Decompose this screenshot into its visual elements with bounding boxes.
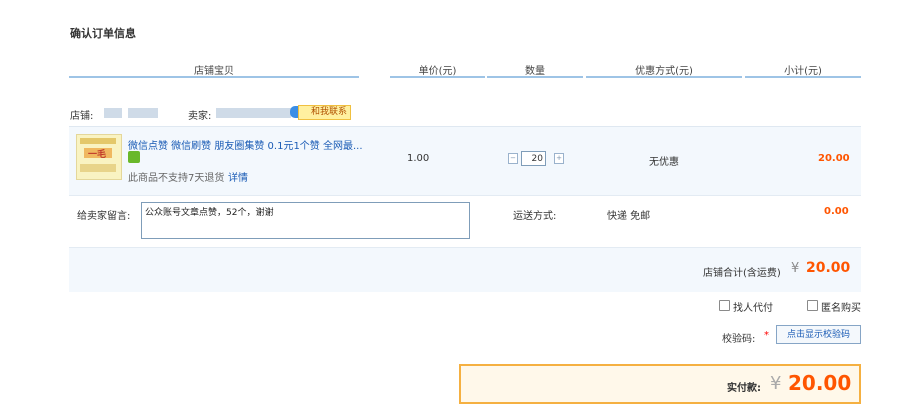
shop-name-redacted — [128, 108, 158, 118]
header-divider — [586, 76, 742, 78]
column-header-item: 店铺宝贝 — [194, 66, 234, 77]
shop-total-label: 店铺合计(含运费) — [703, 268, 781, 279]
message-label: 给卖家留言: — [77, 211, 131, 222]
item-title-link[interactable]: 微信点赞 微信刷赞 朋友圈集赞 0.1元1个赞 全网最... — [128, 137, 363, 152]
shop-total-currency: ¥ — [791, 261, 800, 276]
anonymous-label: 匿名购买 — [821, 303, 861, 314]
proxy-pay-checkbox[interactable] — [719, 300, 730, 311]
header-divider — [745, 76, 861, 78]
unit-price: 1.00 — [407, 153, 430, 164]
seller-name-redacted — [216, 108, 291, 118]
thumbnail-graphic — [80, 164, 116, 172]
column-header-quantity: 数量 — [525, 66, 545, 77]
header-divider — [69, 76, 359, 78]
anonymous-checkbox[interactable] — [807, 300, 818, 311]
thumbnail-graphic — [80, 138, 116, 144]
item-subtotal: 20.00 — [818, 153, 850, 164]
shipping-method: 快递 免邮 — [607, 211, 651, 222]
captcha-label: 校验码: — [722, 334, 756, 345]
quantity-decrease-button[interactable]: − — [508, 153, 518, 164]
proxy-pay-label: 找人代付 — [733, 303, 773, 314]
shipping-label: 运送方式: — [513, 211, 557, 222]
thumbnail-text: 一毛 — [88, 150, 107, 160]
quantity-input[interactable]: 20 — [521, 151, 546, 166]
contact-seller-button[interactable]: 和我联系 — [298, 105, 352, 120]
header-divider — [390, 76, 485, 78]
shop-total-amount: 20.00 — [806, 260, 851, 276]
shop-name-redacted — [104, 108, 122, 118]
header-divider — [487, 76, 583, 78]
column-header-subtotal: 小计(元) — [784, 66, 822, 77]
seller-label: 卖家: — [188, 111, 212, 122]
column-header-price: 单价(元) — [418, 66, 457, 77]
shop-label: 店铺: — [70, 111, 94, 122]
details-link[interactable]: 详情 — [228, 169, 248, 184]
column-header-discount: 优惠方式(元) — [635, 66, 693, 77]
payment-amount: 20.00 — [788, 371, 852, 395]
payment-currency: ¥ — [770, 373, 782, 394]
payment-label: 实付款: — [727, 383, 761, 394]
required-mark: * — [764, 330, 769, 341]
discount-value: 无优惠 — [649, 157, 679, 168]
certified-badge-icon — [128, 151, 140, 163]
shipping-fee: 0.00 — [824, 206, 849, 217]
quantity-increase-button[interactable]: + — [554, 153, 564, 164]
no-return-notice: 此商品不支持7天退货 — [128, 173, 225, 184]
seller-message-textarea[interactable]: 公众账号文章点赞，52个，谢谢 — [141, 202, 470, 239]
show-captcha-button[interactable]: 点击显示校验码 — [776, 325, 861, 344]
page-title: 确认订单信息 — [70, 27, 136, 40]
